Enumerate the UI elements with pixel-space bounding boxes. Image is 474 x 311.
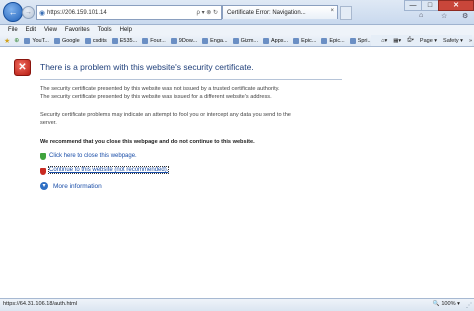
bookmark-icon: [24, 37, 31, 44]
bookmark-icon: [111, 37, 118, 44]
favorites-bar: ★ ⊕ YouT... Google csdits E535... Four..…: [0, 35, 474, 47]
certificate-warning-text: The security certificate presented by th…: [40, 86, 340, 101]
bookmark-icon: [321, 37, 328, 44]
feeds-icon[interactable]: ▦▾: [393, 38, 401, 44]
back-arrow-icon: ←: [8, 7, 18, 17]
back-button[interactable]: ←: [3, 2, 23, 22]
home-icon[interactable]: ⌂: [419, 12, 423, 19]
explanation-line: server.: [40, 119, 57, 126]
status-bar: https://64.31.106.18/auth.html 🔍 100% ▾ …: [0, 298, 474, 311]
address-url[interactable]: https://206.159.101.14: [47, 10, 182, 16]
print-icon[interactable]: ⎙▾: [407, 37, 414, 44]
green-shield-icon: [40, 153, 46, 160]
favorite-item[interactable]: Enga...: [202, 37, 228, 44]
address-controls[interactable]: ρ ▾ ⊗ ↻: [182, 9, 221, 16]
zoom-icon: 🔍: [432, 301, 440, 307]
close-window-button[interactable]: ✕: [438, 0, 474, 11]
divider: [40, 79, 342, 80]
favorites-star-icon[interactable]: ★: [4, 37, 10, 45]
expand-chevron-icon: ▾: [40, 182, 48, 190]
favorite-item[interactable]: Spri...: [349, 37, 372, 44]
zoom-level[interactable]: 🔍 100% ▾: [433, 301, 460, 307]
warning-line: The security certificate presented by th…: [40, 86, 280, 92]
page-content: ✕ There is a problem with this website's…: [0, 47, 474, 298]
menu-bar: File Edit View Favorites Tools Help: [0, 25, 474, 35]
safety-menu[interactable]: Safety ▾: [443, 38, 463, 44]
resize-grip-icon[interactable]: ⋰: [466, 302, 472, 309]
command-bar: ⌂▾ ▦▾ ⎙▾ Page ▾ Safety ▾ »: [371, 35, 472, 46]
menu-favorites[interactable]: Favorites: [65, 27, 90, 33]
explanation-line: Security certificate problems may indica…: [40, 112, 291, 118]
forward-arrow-icon: →: [25, 9, 32, 16]
tab-close-icon[interactable]: ×: [330, 8, 334, 14]
bookmark-icon: [84, 37, 91, 44]
gear-icon[interactable]: ⚙: [462, 12, 468, 20]
bookmark-icon: [262, 37, 269, 44]
bookmark-icon: [53, 37, 60, 44]
tab-certificate-error[interactable]: Certificate Error: Navigation... ×: [222, 5, 338, 19]
browser-window: ← → ◉ https://206.159.101.14 ρ ▾ ⊗ ↻ Cer…: [0, 0, 474, 311]
favorite-item[interactable]: Gizm...: [232, 37, 258, 44]
tab-title: Certificate Error: Navigation...: [227, 9, 306, 16]
more-information-toggle[interactable]: ▾ More information: [40, 182, 102, 190]
bookmark-icon: [142, 37, 149, 44]
maximize-button[interactable]: □: [421, 0, 439, 11]
bookmark-icon: [170, 37, 177, 44]
status-url: https://64.31.106.18/auth.html: [3, 301, 78, 307]
favorites-star-icon[interactable]: ☆: [441, 12, 447, 20]
bookmark-icon: [293, 37, 300, 44]
page-title: There is a problem with this website's s…: [40, 62, 254, 72]
new-tab-button[interactable]: [340, 6, 352, 20]
menu-edit[interactable]: Edit: [26, 27, 36, 33]
error-shield-icon: ✕: [14, 59, 31, 76]
page-menu[interactable]: Page ▾: [420, 38, 437, 44]
favorite-item[interactable]: 9Dow...: [170, 37, 197, 44]
close-webpage-link[interactable]: Click here to close this webpage.: [49, 153, 137, 159]
favorite-item[interactable]: Google: [53, 37, 80, 44]
red-shield-icon: [40, 168, 46, 175]
menu-help[interactable]: Help: [120, 27, 132, 33]
security-explanation-text: Security certificate problems may indica…: [40, 112, 340, 127]
add-favorite-icon[interactable]: ⊕: [14, 37, 19, 44]
home-page-icon[interactable]: ⌂▾: [381, 38, 387, 44]
favorite-item[interactable]: Epic...: [293, 37, 316, 44]
more-tools-button[interactable]: »: [469, 38, 472, 44]
address-bar[interactable]: ◉ https://206.159.101.14 ρ ▾ ⊗ ↻: [36, 5, 222, 20]
more-information-label: More information: [53, 182, 102, 190]
page-icon: ◉: [38, 9, 46, 17]
favorite-item[interactable]: Apps...: [262, 37, 288, 44]
favorite-item[interactable]: E535...: [111, 37, 137, 44]
menu-view[interactable]: View: [44, 27, 57, 33]
minimize-button[interactable]: —: [404, 0, 422, 11]
bookmark-icon: [202, 37, 209, 44]
warning-line: The security certificate presented by th…: [40, 93, 272, 100]
bookmark-icon: [349, 37, 356, 44]
favorite-item[interactable]: Four...: [142, 37, 166, 44]
continue-to-website-link[interactable]: Continue to this website (not recommende…: [47, 166, 170, 174]
favorite-item[interactable]: Epic...: [321, 37, 345, 44]
favorite-item[interactable]: csdits: [84, 37, 107, 44]
title-address-bar: ← → ◉ https://206.159.101.14 ρ ▾ ⊗ ↻ Cer…: [0, 0, 474, 25]
menu-file[interactable]: File: [8, 27, 18, 33]
favorite-item[interactable]: YouT...: [24, 37, 49, 44]
forward-button[interactable]: →: [22, 6, 35, 19]
bookmark-icon: [232, 37, 239, 44]
menu-tools[interactable]: Tools: [98, 27, 112, 33]
recommendation-text: We recommend that you close this webpage…: [40, 139, 255, 145]
